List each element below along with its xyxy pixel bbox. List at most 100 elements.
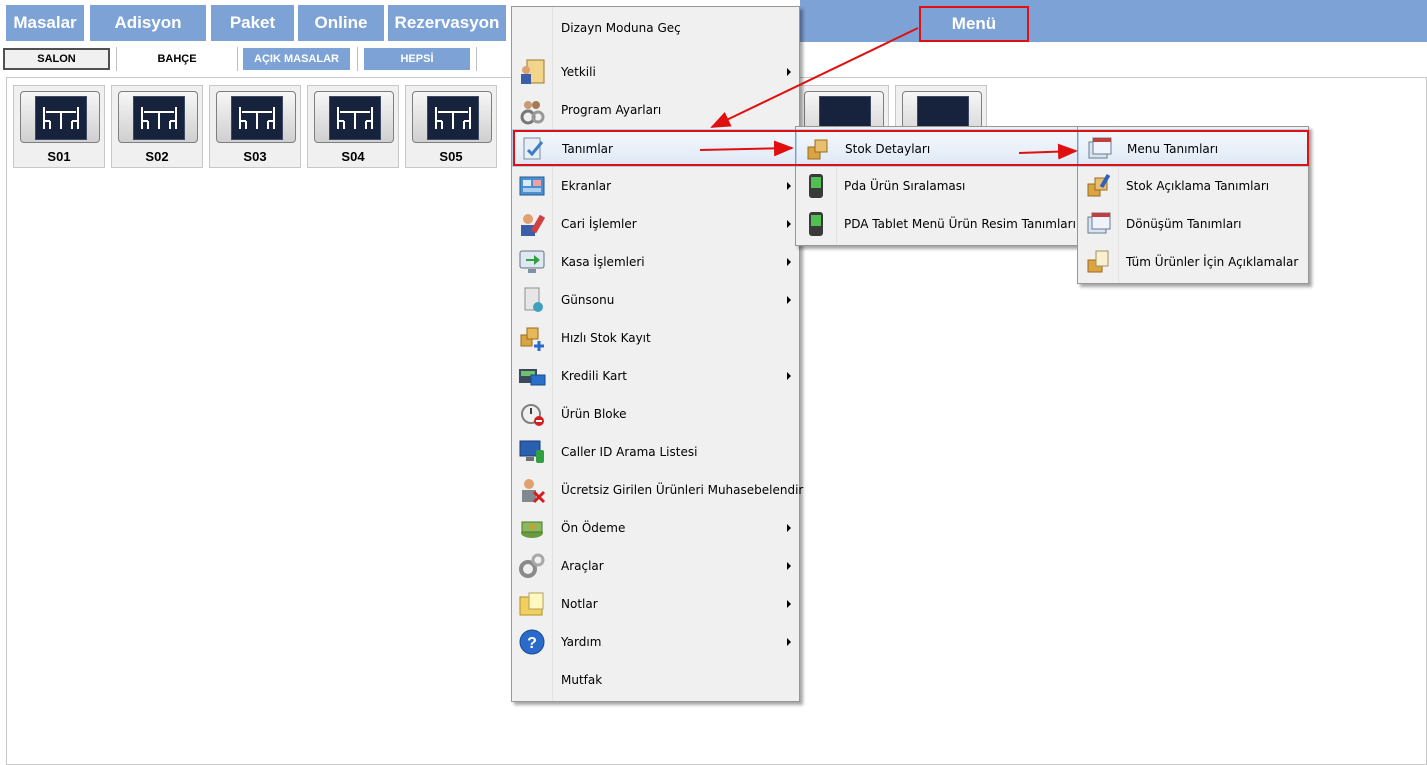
menu-item-stok-detaylari[interactable]: Stok Detayları bbox=[796, 129, 1080, 167]
submenu-arrow-icon bbox=[787, 182, 791, 190]
tab-online[interactable]: Online bbox=[298, 5, 384, 41]
table-label: S02 bbox=[145, 149, 169, 164]
subtab-bahce[interactable]: BAHÇE bbox=[118, 48, 236, 70]
table-card-s02[interactable]: S02 bbox=[111, 85, 203, 168]
clipboard-check-icon bbox=[523, 137, 544, 160]
menu-item-notlar[interactable]: Notlar bbox=[512, 585, 799, 623]
menu-item-dizayn-moduna-gec[interactable]: Dizayn Moduna Geç bbox=[512, 9, 799, 47]
menu-item-label: Ekranlar bbox=[561, 179, 612, 193]
menu-item-label: Pda Ürün Sıralaması bbox=[844, 179, 966, 193]
menu-item-label: Yetkili bbox=[561, 65, 596, 79]
menu-item-kasa-islemleri[interactable]: Kasa İşlemleri bbox=[512, 243, 799, 281]
dining-table-icon bbox=[20, 91, 100, 143]
timer-block-icon bbox=[521, 404, 544, 426]
menu-item-yetkili[interactable]: Yetkili bbox=[512, 53, 799, 91]
menu-item-yardim[interactable]: ? Yardım bbox=[512, 623, 799, 661]
window-stack-icon bbox=[1088, 137, 1112, 159]
menu-item-kredili-kart[interactable]: Kredili Kart bbox=[512, 357, 799, 395]
menu-item-pda-tablet-resim[interactable]: PDA Tablet Menü Ürün Resim Tanımları bbox=[796, 205, 1080, 243]
menu-item-stok-aciklama-tanimlari[interactable]: Stok Açıklama Tanımları bbox=[1078, 167, 1308, 205]
dining-table-icon bbox=[118, 91, 198, 143]
card-reader-icon bbox=[519, 369, 546, 386]
svg-text:?: ? bbox=[527, 635, 537, 652]
menu-item-caller-id[interactable]: Caller ID Arama Listesi bbox=[512, 433, 799, 471]
menu-item-label: Ön Ödeme bbox=[561, 521, 626, 535]
dining-table-icon bbox=[314, 91, 394, 143]
dining-table-icon bbox=[412, 91, 492, 143]
menu-item-label: Günsonu bbox=[561, 293, 615, 307]
menu-item-mutfak[interactable]: Mutfak bbox=[512, 661, 799, 699]
submenu-arrow-icon bbox=[787, 296, 791, 304]
submenu-arrow-icon bbox=[787, 372, 791, 380]
subtab-acik-masalar[interactable]: AÇIK MASALAR bbox=[243, 48, 350, 70]
table-card-s05[interactable]: S05 bbox=[405, 85, 497, 168]
menu-item-urun-bloke[interactable]: Ürün Bloke bbox=[512, 395, 799, 433]
submenu-arrow-icon bbox=[787, 68, 791, 76]
menu-item-pda-urun-siralamasi[interactable]: Pda Ürün Sıralaması bbox=[796, 167, 1080, 205]
menu-item-araclar[interactable]: Araçlar bbox=[512, 547, 799, 585]
menu-item-label: Tanımlar bbox=[562, 142, 613, 156]
tab-masalar[interactable]: Masalar bbox=[6, 5, 84, 41]
menu-item-label: Kredili Kart bbox=[561, 369, 628, 383]
table-label: S03 bbox=[243, 149, 267, 164]
top-tab-bar-fill bbox=[800, 0, 1427, 42]
tab-rezervasyon[interactable]: Rezervasyon bbox=[388, 5, 506, 41]
submenu-arrow-icon bbox=[787, 638, 791, 646]
menu-item-label: Stok Detayları bbox=[845, 142, 931, 156]
boxes-plus-icon bbox=[520, 327, 544, 351]
gears-icon bbox=[519, 553, 545, 578]
box-note-icon bbox=[1087, 250, 1109, 273]
menu-item-hizli-stok-kayit[interactable]: Hızlı Stok Kayıt bbox=[512, 319, 799, 357]
menu-item-menu-tanimlari[interactable]: Menu Tanımları bbox=[1078, 129, 1308, 167]
tab-adisyon[interactable]: Adisyon bbox=[90, 5, 206, 41]
pda-icon bbox=[809, 174, 823, 198]
menu-item-gunsonu[interactable]: Günsonu bbox=[512, 281, 799, 319]
menu-item-label: Tüm Ürünler İçin Açıklamalar bbox=[1126, 255, 1299, 269]
divider bbox=[476, 47, 477, 71]
tab-menu[interactable]: Menü bbox=[919, 6, 1029, 42]
divider bbox=[237, 47, 238, 71]
boxes-pencil-icon bbox=[1087, 173, 1111, 197]
subtab-salon[interactable]: SALON bbox=[3, 48, 110, 70]
menu-item-label: Cari İşlemler bbox=[561, 217, 637, 231]
menu-item-label: Menu Tanımları bbox=[1127, 142, 1219, 156]
menu-item-label: Araçlar bbox=[561, 559, 604, 573]
monitor-arrow-icon bbox=[519, 250, 545, 273]
tab-paket[interactable]: Paket bbox=[211, 5, 294, 41]
help-icon: ? bbox=[519, 629, 545, 655]
divider bbox=[116, 47, 117, 71]
menu-item-label: Program Ayarları bbox=[561, 103, 662, 117]
table-card-s01[interactable]: S01 bbox=[13, 85, 105, 168]
divider bbox=[357, 47, 358, 71]
menu-item-label: Hızlı Stok Kayıt bbox=[561, 331, 651, 345]
table-card-s04[interactable]: S04 bbox=[307, 85, 399, 168]
subtab-hepsi[interactable]: HEPSİ bbox=[364, 48, 470, 70]
folder-note-icon bbox=[519, 592, 544, 616]
menu-item-label: Dönüşüm Tanımları bbox=[1126, 217, 1242, 231]
menu-item-label: Kasa İşlemleri bbox=[561, 255, 645, 269]
menu-item-tanimlar[interactable]: Tanımlar bbox=[512, 129, 799, 167]
submenu-arrow-icon bbox=[787, 220, 791, 228]
tanimlar-submenu: Stok Detayları Pda Ürün Sıralaması PDA T… bbox=[795, 126, 1081, 246]
menu-item-donusum-tanimlari[interactable]: Dönüşüm Tanımları bbox=[1078, 205, 1308, 243]
window-stack-icon bbox=[1087, 212, 1111, 234]
menu-item-label: Ürün Bloke bbox=[561, 407, 627, 421]
gear-people-icon bbox=[520, 101, 545, 125]
menu-item-program-ayarlari[interactable]: Program Ayarları bbox=[512, 91, 799, 129]
menu-item-label: Notlar bbox=[561, 597, 598, 611]
table-card-s03[interactable]: S03 bbox=[209, 85, 301, 168]
menu-item-label: PDA Tablet Menü Ürün Resim Tanımları bbox=[844, 217, 1076, 231]
table-label: S05 bbox=[439, 149, 463, 164]
menu-item-cari-islemler[interactable]: Cari İşlemler bbox=[512, 205, 799, 243]
computer-phone-icon bbox=[519, 440, 544, 463]
table-label: S04 bbox=[341, 149, 365, 164]
submenu-arrow-icon bbox=[787, 562, 791, 570]
menu-item-ucretsiz-urunler[interactable]: Ücretsiz Girilen Ürünleri Muhasebelendir bbox=[512, 471, 803, 509]
menu-item-tum-urunler-aciklamalar[interactable]: Tüm Ürünler İçin Açıklamalar bbox=[1078, 243, 1308, 281]
menu-item-on-odeme[interactable]: Ön Ödeme bbox=[512, 509, 799, 547]
submenu-arrow-icon bbox=[787, 258, 791, 266]
menu-item-ekranlar[interactable]: Ekranlar bbox=[512, 167, 799, 205]
stok-detaylari-submenu: Menu Tanımları Stok Açıklama Tanımları D… bbox=[1077, 126, 1309, 284]
dining-table-icon bbox=[216, 91, 296, 143]
person-cancel-icon bbox=[522, 479, 546, 504]
